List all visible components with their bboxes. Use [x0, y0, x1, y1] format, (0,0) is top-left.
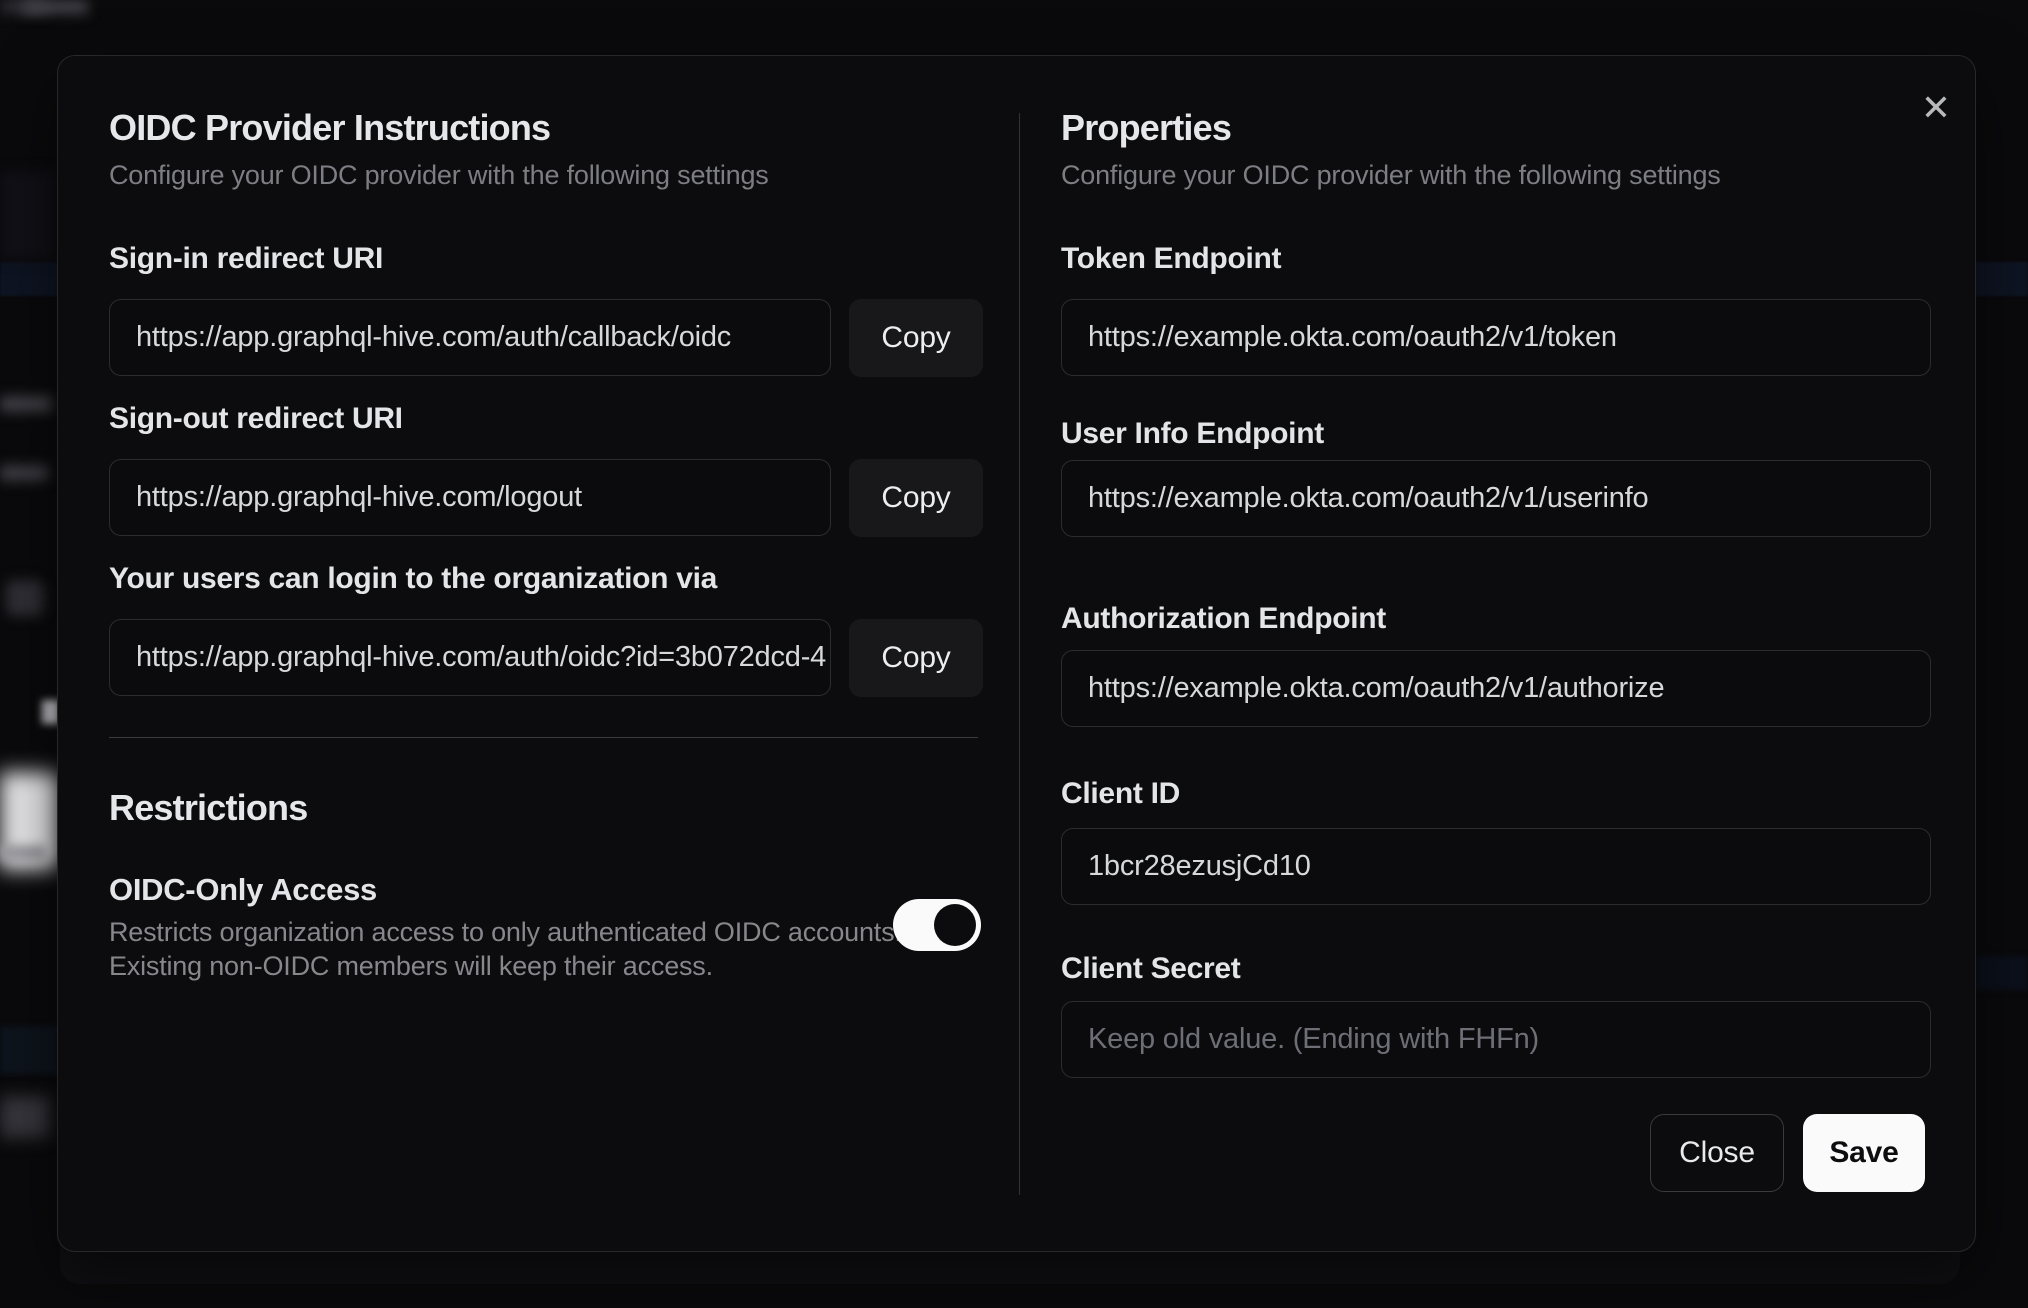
sign-in-redirect-uri-label: Sign-in redirect URI [109, 242, 384, 275]
client-secret-label: Client Secret [1061, 952, 1241, 985]
token-endpoint-input[interactable] [1061, 299, 1931, 376]
restrictions-title: Restrictions [109, 787, 308, 828]
background-topbar-blob [0, 0, 48, 14]
authorization-endpoint-input[interactable] [1061, 650, 1931, 727]
copy-login-uri-button[interactable]: Copy [849, 619, 983, 697]
sign-out-redirect-uri-input[interactable] [109, 459, 831, 536]
user-info-endpoint-label: User Info Endpoint [1061, 417, 1324, 450]
client-id-label: Client ID [1061, 777, 1180, 810]
copy-sign-in-uri-button[interactable]: Copy [849, 299, 983, 377]
right-column-title: Properties [1061, 107, 1232, 148]
background-highlight-bar [0, 772, 60, 870]
save-button[interactable]: Save [1803, 1114, 1925, 1192]
left-column-title: OIDC Provider Instructions [109, 107, 551, 148]
background-panel-blob [0, 170, 57, 260]
oidc-settings-dialog: ✕ OIDC Provider Instructions Configure y… [57, 55, 1976, 1252]
oidc-only-access-description-line2: Existing non-OIDC members will keep thei… [109, 951, 713, 981]
user-info-endpoint-input[interactable] [1061, 460, 1931, 537]
organization-login-uri-label: Your users can login to the organization… [109, 562, 717, 595]
oidc-only-access-description-line1: Restricts organization access to only au… [109, 917, 902, 947]
client-id-input[interactable] [1061, 828, 1931, 905]
client-secret-input[interactable] [1061, 1001, 1931, 1078]
organization-login-uri-input[interactable] [109, 619, 831, 696]
close-icon: ✕ [1920, 87, 1952, 128]
column-divider [1019, 113, 1020, 1195]
background-button-blob [6, 580, 44, 616]
background-navy-stripe [1976, 956, 2028, 990]
background-navy-stripe [0, 1026, 60, 1074]
background-topbar-blob [22, 0, 88, 14]
copy-sign-out-uri-button[interactable]: Copy [849, 459, 983, 537]
background-text-blob [0, 396, 52, 412]
left-section-divider [109, 737, 978, 738]
token-endpoint-label: Token Endpoint [1061, 242, 1282, 275]
toggle-thumb [934, 904, 976, 946]
close-button[interactable]: Close [1650, 1114, 1784, 1192]
background-text-blob [0, 1096, 50, 1138]
oidc-only-access-label: OIDC-Only Access [109, 872, 377, 907]
sign-out-redirect-uri-label: Sign-out redirect URI [109, 402, 403, 435]
right-column-subtitle: Configure your OIDC provider with the fo… [1061, 160, 1721, 190]
dialog-close-button[interactable]: ✕ [1906, 78, 1966, 138]
left-column-subtitle: Configure your OIDC provider with the fo… [109, 160, 769, 190]
authorization-endpoint-label: Authorization Endpoint [1061, 602, 1386, 635]
background-highlight-text-blob [0, 845, 46, 861]
oidc-only-access-toggle[interactable] [893, 899, 981, 951]
background-text-blob [0, 465, 48, 481]
sign-in-redirect-uri-input[interactable] [109, 299, 831, 376]
